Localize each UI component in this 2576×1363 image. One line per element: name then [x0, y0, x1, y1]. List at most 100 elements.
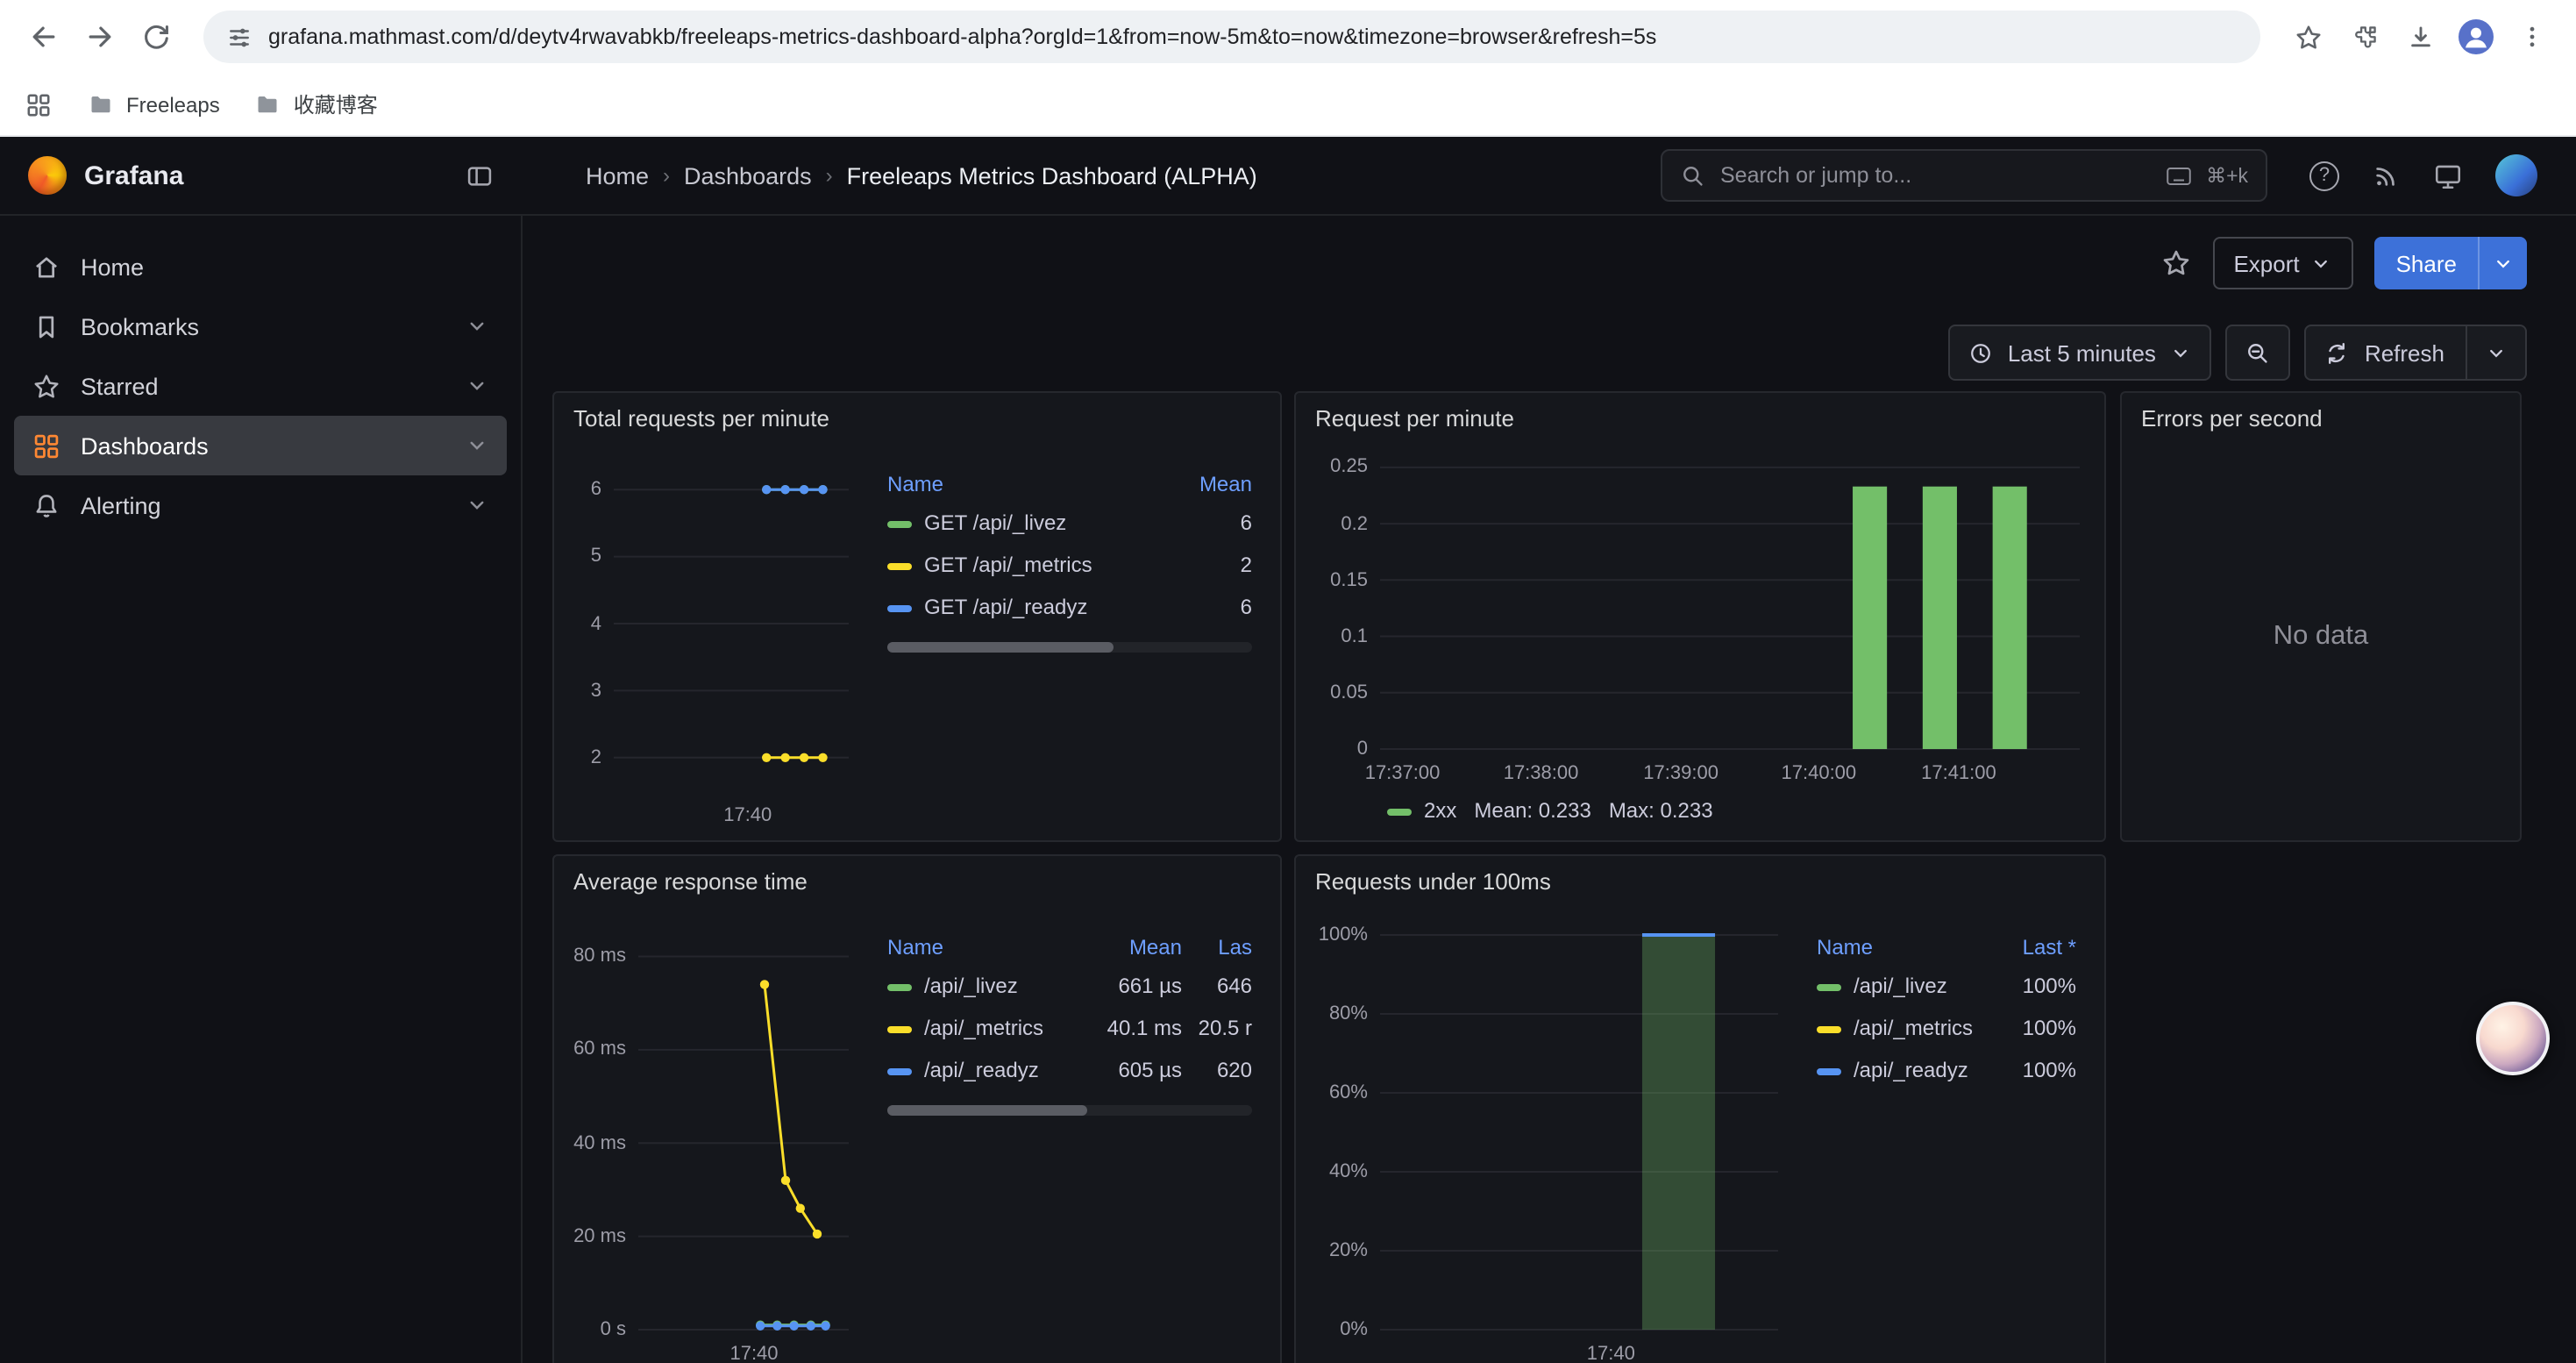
x-tick-label: 17:39:00	[1643, 763, 1719, 784]
legend-header-mean[interactable]: Mean	[1168, 467, 1259, 502]
chart-region: 6543217:40	[565, 442, 863, 830]
series-name[interactable]: GET /api/_metrics	[924, 553, 1092, 577]
zoom-out-button[interactable]	[2226, 325, 2291, 381]
scrollbar-thumb[interactable]	[887, 1105, 1088, 1116]
y-tick-label: 0.25	[1330, 457, 1368, 478]
legend-header-name[interactable]: Name	[880, 467, 1168, 502]
sidebar-item-alerting[interactable]: Alerting	[14, 475, 507, 535]
series-name[interactable]: GET /api/_livez	[924, 510, 1066, 535]
floating-assistant-avatar[interactable]	[2476, 1002, 2550, 1075]
series-name[interactable]: /api/_livez	[924, 974, 1018, 998]
extensions-button[interactable]	[2338, 11, 2390, 63]
y-tick-label: 60 ms	[573, 1039, 626, 1060]
sidebar-item-dashboards[interactable]: Dashboards	[14, 416, 507, 475]
bookmark-item-blogs[interactable]: 收藏博客	[255, 89, 378, 119]
series-name[interactable]: /api/_metrics	[924, 1016, 1043, 1040]
sidebar-item-label: Dashboards	[81, 432, 209, 459]
share-button[interactable]: Share	[2375, 237, 2527, 289]
breadcrumb-separator: ›	[663, 163, 670, 188]
series-last: 100%	[1992, 965, 2083, 1007]
legend-header-last[interactable]: Last *	[1992, 930, 2083, 965]
panel-header-under-100ms[interactable]: Requests under 100ms	[1296, 856, 2104, 905]
folder-icon	[88, 91, 114, 118]
reload-button[interactable]	[130, 11, 182, 63]
breadcrumb-current: Freeleaps Metrics Dashboard (ALPHA)	[847, 162, 1257, 189]
favorite-dashboard-button[interactable]	[2160, 247, 2191, 279]
legend-row[interactable]: GET /api/_livez 6	[880, 502, 1259, 544]
panel-header-avg-response[interactable]: Average response time	[554, 856, 1280, 905]
request-per-minute-chart: 0.250.20.150.10.05017:37:0017:38:0017:39…	[1310, 446, 2090, 784]
export-button[interactable]: Export	[2212, 237, 2353, 289]
legend-header-last[interactable]: Las	[1189, 930, 1259, 965]
series-mean: Mean: 0.233	[1474, 798, 1590, 823]
apps-grid-icon[interactable]	[25, 90, 53, 118]
panel-header-errors[interactable]: Errors per second	[2122, 393, 2520, 442]
news-button[interactable]	[2371, 161, 2401, 190]
bookmark-item-freeleaps[interactable]: Freeleaps	[88, 91, 220, 118]
dock-menu-button[interactable]	[465, 161, 495, 190]
legend-scrollbar[interactable]	[887, 642, 1252, 653]
legend-row[interactable]: /api/_readyz 100%	[1810, 1049, 2083, 1091]
legend-row[interactable]: /api/_metrics 40.1 ms 20.5 r	[880, 1007, 1259, 1049]
time-controls: Last 5 minutes Refresh	[1948, 325, 2527, 381]
home-icon	[32, 252, 61, 282]
chevron-down-icon[interactable]	[465, 374, 489, 398]
back-button[interactable]	[18, 11, 70, 63]
browser-menu-button[interactable]	[2506, 11, 2558, 63]
bookmark-page-button[interactable]	[2281, 11, 2334, 63]
y-tick-label: 40 ms	[573, 1132, 626, 1153]
y-tick-label: 6	[591, 479, 601, 500]
legend-row[interactable]: GET /api/_metrics 2	[880, 544, 1259, 586]
search-input[interactable]	[1720, 163, 2152, 188]
chevron-down-icon[interactable]	[465, 493, 489, 517]
legend-row[interactable]: /api/_metrics 100%	[1810, 1007, 2083, 1049]
refresh-button[interactable]: Refresh	[2305, 325, 2527, 381]
site-settings-icon[interactable]	[226, 24, 253, 50]
user-avatar[interactable]	[2495, 154, 2537, 196]
profile-button[interactable]	[2450, 11, 2502, 63]
series-name[interactable]: /api/_livez	[1854, 974, 1947, 998]
legend-row[interactable]: /api/_livez 100%	[1810, 965, 2083, 1007]
legend-header-mean[interactable]: Mean	[1091, 930, 1189, 965]
forward-button[interactable]	[74, 11, 126, 63]
y-tick-label: 5	[591, 546, 601, 567]
time-range-picker[interactable]: Last 5 minutes	[1948, 325, 2212, 381]
share-menu-caret[interactable]	[2478, 237, 2527, 289]
chevron-down-icon[interactable]	[465, 314, 489, 339]
address-bar[interactable]: grafana.mathmast.com/d/deytv4rwavabkb/fr…	[203, 11, 2260, 63]
legend-row[interactable]: /api/_livez 661 µs 646	[880, 965, 1259, 1007]
y-tick-label: 0.05	[1330, 682, 1368, 703]
series-swatch	[1817, 1068, 1841, 1075]
legend-header-name[interactable]: Name	[1810, 930, 1992, 965]
y-tick-label: 80 ms	[573, 946, 626, 967]
sidebar-item-home[interactable]: Home	[14, 237, 507, 296]
legend-row[interactable]: GET /api/_readyz 6	[880, 586, 1259, 628]
help-button[interactable]: ?	[2309, 161, 2339, 190]
total-requests-chart: 6543217:40	[568, 446, 859, 826]
series-last: 100%	[1992, 1007, 2083, 1049]
kiosk-mode-button[interactable]	[2432, 161, 2464, 190]
refresh-icon	[2324, 339, 2351, 366]
series-name[interactable]: /api/_readyz	[924, 1058, 1039, 1082]
legend-header-name[interactable]: Name	[880, 930, 1091, 965]
search-box[interactable]: ⌘+k	[1661, 149, 2267, 202]
bell-icon	[32, 490, 61, 520]
scrollbar-thumb[interactable]	[887, 642, 1114, 653]
sidebar-item-bookmarks[interactable]: Bookmarks	[14, 296, 507, 356]
sidebar-item-starred[interactable]: Starred	[14, 356, 507, 416]
series-name[interactable]: GET /api/_readyz	[924, 595, 1087, 619]
grafana-logo[interactable]	[28, 156, 67, 195]
panel-header-request-per-minute[interactable]: Request per minute	[1296, 393, 2104, 442]
breadcrumb-home[interactable]: Home	[586, 162, 649, 189]
panel-header-total-requests[interactable]: Total requests per minute	[554, 393, 1280, 442]
series-name[interactable]: 2xx	[1424, 798, 1456, 823]
legend-scrollbar[interactable]	[887, 1105, 1252, 1116]
series-name[interactable]: /api/_readyz	[1854, 1058, 1968, 1082]
breadcrumb-dashboards[interactable]: Dashboards	[684, 162, 812, 189]
y-tick-label: 60%	[1329, 1082, 1368, 1103]
downloads-button[interactable]	[2394, 11, 2446, 63]
series-swatch	[1817, 1026, 1841, 1033]
legend-row[interactable]: /api/_readyz 605 µs 620	[880, 1049, 1259, 1091]
chevron-down-icon[interactable]	[465, 433, 489, 458]
series-name[interactable]: /api/_metrics	[1854, 1016, 1973, 1040]
